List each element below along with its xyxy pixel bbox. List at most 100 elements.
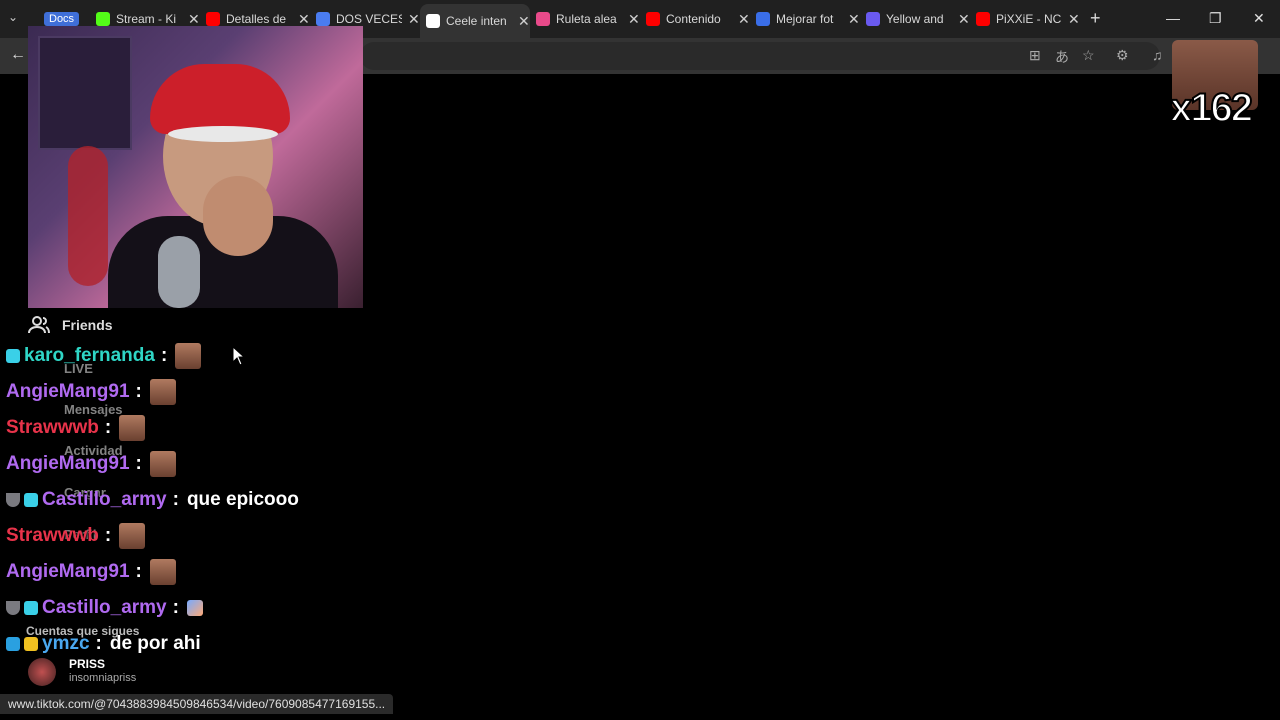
tab-favicon-icon — [756, 12, 770, 26]
tab-close-icon[interactable]: ✕ — [298, 11, 310, 28]
chat-username[interactable]: Castillo_army — [42, 489, 167, 511]
favorite-star-icon[interactable]: ☆ — [1082, 47, 1095, 64]
chat-emote-icon — [119, 523, 146, 549]
chat-username[interactable]: karo_fernanda — [24, 345, 155, 367]
chat-separator: : — [135, 453, 142, 474]
browser-tab[interactable]: Ruleta alea ✕ — [530, 6, 640, 32]
tab-close-icon[interactable]: ✕ — [848, 11, 860, 28]
tab-list-menu-button[interactable]: ⌄ — [8, 10, 28, 28]
chat-separator: : — [172, 597, 179, 618]
translate-icon[interactable]: あ — [1055, 47, 1069, 67]
chat-username[interactable]: AngieMang91 — [6, 561, 130, 583]
sub-badge-icon — [6, 349, 20, 363]
chat-message: Strawwwb: — [6, 521, 146, 551]
status-url: www.tiktok.com/@7043883984509846534/vide… — [0, 694, 394, 714]
tab-title: Ruleta alea — [556, 12, 617, 26]
shield-badge-icon — [6, 601, 20, 615]
tab-title: DOS VECES — [336, 12, 402, 26]
chat-message: AngieMang91: — [6, 377, 176, 407]
chat-emote-icon — [149, 559, 176, 585]
docs-tab-group[interactable]: Docs — [44, 12, 80, 26]
tab-close-icon[interactable]: ✕ — [628, 11, 640, 28]
webcam-shelf — [38, 36, 132, 150]
webcam-overlay — [28, 26, 363, 308]
emote-combo-count: x162 — [1169, 85, 1254, 131]
tab-close-icon[interactable]: ✕ — [738, 11, 750, 28]
back-icon[interactable]: ← — [10, 46, 26, 64]
webcam-hand — [203, 176, 273, 256]
friends-icon — [28, 316, 50, 334]
tab-favicon-icon — [96, 12, 110, 26]
suggested-accounts-label: Cuentas que sigues — [26, 624, 140, 638]
tab-title: Stream - Ki — [116, 12, 177, 26]
tab-favicon-icon — [646, 12, 660, 26]
chat-username[interactable]: Strawwwb — [6, 525, 99, 547]
tab-title: PiXXiE - NC — [996, 12, 1062, 26]
chat-separator: : — [135, 381, 142, 402]
tab-favicon-icon — [866, 12, 880, 26]
chat-separator: : — [160, 345, 168, 366]
tab-title: Ceele inten — [446, 14, 507, 28]
chat-emote-icon — [149, 451, 176, 477]
tab-favicon-icon — [316, 12, 330, 26]
tab-favicon-icon — [206, 12, 220, 26]
webcam-microphone — [158, 236, 200, 308]
chat-message: AngieMang91: — [6, 449, 176, 479]
tab-close-icon[interactable]: ✕ — [518, 13, 530, 30]
chat-message: AngieMang91: — [6, 557, 176, 587]
browser-tab[interactable]: Contenido ✕ — [640, 6, 750, 32]
tab-title: Mejorar fot — [776, 12, 834, 26]
browser-tab[interactable]: Ceele inten ✕ — [420, 4, 530, 38]
chat-message: Castillo_army: que epicooo — [6, 485, 299, 515]
crown-badge-icon — [24, 637, 38, 651]
shield-badge-icon — [6, 493, 20, 507]
webcam-chair — [68, 146, 108, 286]
chat-separator: : — [135, 561, 142, 582]
chat-separator: : — [104, 525, 112, 546]
tab-title: Yellow and — [886, 12, 944, 26]
close-window-icon[interactable]: ✕ — [1253, 10, 1265, 27]
browser-tab[interactable]: Mejorar fot ✕ — [750, 6, 860, 32]
chat-username[interactable]: Strawwwb — [6, 417, 99, 439]
tab-title: Detalles de — [226, 12, 287, 26]
sub-badge-icon — [24, 601, 38, 615]
sidebar-item-friends[interactable]: Friends — [28, 316, 113, 334]
extensions-icon[interactable]: ⚙ — [1116, 47, 1129, 64]
tab-close-icon[interactable]: ✕ — [958, 11, 970, 28]
chat-username[interactable]: AngieMang91 — [6, 453, 130, 475]
avatar[interactable] — [28, 658, 56, 686]
chat-emote-icon — [175, 343, 202, 369]
tab-favicon-icon — [426, 14, 440, 28]
chat-message: Strawwwb: — [6, 413, 146, 443]
chat-text: que epicooo — [186, 489, 299, 510]
webcam-cap-brim — [168, 126, 278, 142]
tab-favicon-icon — [536, 12, 550, 26]
chat-separator: : — [104, 417, 112, 438]
webcam-cap — [150, 64, 290, 134]
chat-message: Castillo_army: — [6, 593, 203, 623]
chat-emote-icon — [119, 415, 146, 441]
tab-favicon-icon — [976, 12, 990, 26]
chat-small-emote-icon — [186, 600, 203, 616]
chat-message: karo_fernanda: — [6, 341, 202, 371]
cube-badge-icon — [6, 637, 20, 651]
media-icon[interactable]: ♫ — [1152, 47, 1163, 63]
browser-tab[interactable]: PiXXiE - NC ✕ — [970, 6, 1080, 32]
suggested-account-name[interactable]: PRISS — [69, 657, 105, 671]
chat-username[interactable]: AngieMang91 — [6, 381, 130, 403]
tab-title: Contenido — [666, 12, 721, 26]
mouse-cursor-icon — [232, 346, 246, 366]
browser-tab[interactable]: Yellow and ✕ — [860, 6, 970, 32]
sub-badge-icon — [24, 493, 38, 507]
minimize-icon[interactable]: — — [1166, 10, 1180, 26]
suggested-account-handle: insomniapriss — [69, 672, 137, 684]
app-icon[interactable]: ⊞ — [1029, 47, 1041, 64]
chat-emote-icon — [149, 379, 176, 405]
tab-close-icon[interactable]: ✕ — [188, 11, 200, 28]
restore-icon[interactable]: ❐ — [1209, 10, 1222, 27]
tab-close-icon[interactable]: ✕ — [1068, 11, 1080, 28]
new-tab-button[interactable]: + — [1090, 8, 1101, 29]
friends-label: Friends — [62, 317, 113, 333]
tab-close-icon[interactable]: ✕ — [408, 11, 420, 28]
chat-username[interactable]: Castillo_army — [42, 597, 167, 619]
